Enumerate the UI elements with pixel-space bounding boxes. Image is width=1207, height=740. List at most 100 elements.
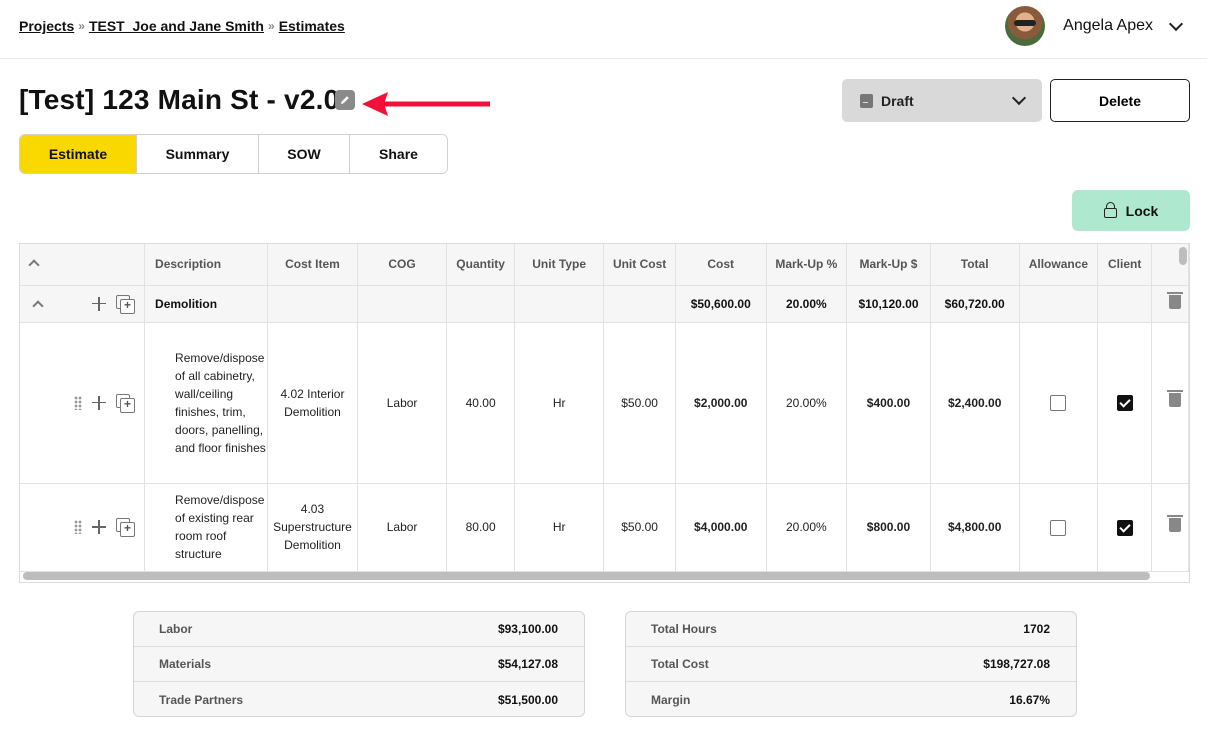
vertical-scrollbar[interactable] xyxy=(1179,247,1187,265)
group-row-demolition: Demolition $50,600.00 20.00% $10,120.00 … xyxy=(20,285,1189,323)
row-markup-amt: $800.00 xyxy=(846,483,931,572)
page-title: [Test] 123 Main St - v2.0 xyxy=(19,84,340,115)
add-item-icon[interactable] xyxy=(92,296,107,311)
row-description-text: Remove/dispose of existing rear room roo… xyxy=(175,493,265,561)
group-markup-pct: 20.00% xyxy=(766,285,848,323)
document-icon xyxy=(860,93,873,108)
user-name[interactable]: Angela Apex xyxy=(1063,17,1153,35)
tab-estimate[interactable]: Estimate xyxy=(20,135,137,173)
row-markup-pct[interactable]: 20.00% xyxy=(766,483,848,572)
horizontal-scrollbar[interactable] xyxy=(23,572,1150,580)
row-cost-item[interactable]: 4.03 Superstructure Demolition xyxy=(267,483,358,572)
summary-label: Total Cost xyxy=(651,657,709,671)
summary-row-materials: Materials $54,127.08 xyxy=(134,647,584,682)
column-header: Cost Item xyxy=(267,244,358,286)
top-bar: Projects » TEST_Joe and Jane Smith » Est… xyxy=(0,0,1207,59)
tab-summary[interactable]: Summary xyxy=(137,135,259,173)
row-controls xyxy=(20,322,146,484)
chevron-up-icon[interactable] xyxy=(32,299,44,312)
summary-label: Trade Partners xyxy=(159,692,244,707)
row-controls xyxy=(20,483,146,572)
group-markup-amt: $10,120.00 xyxy=(846,285,931,323)
row-cost-item[interactable]: 4.02 Interior Demolition xyxy=(267,322,358,484)
column-header: Mark-Up $ xyxy=(846,244,931,286)
edit-icon[interactable] xyxy=(335,90,355,110)
row-total: $2,400.00 xyxy=(930,322,1020,484)
drag-handle-icon[interactable] xyxy=(74,395,83,410)
summary-value: $198,727.08 xyxy=(983,657,1050,671)
breadcrumb-project[interactable]: TEST_Joe and Jane Smith xyxy=(89,18,264,34)
row-quantity[interactable]: 40.00 xyxy=(446,322,516,484)
row-markup-amt: $400.00 xyxy=(846,322,931,484)
trash-icon[interactable] xyxy=(1167,390,1184,407)
totals-card: Total Hours 1702 Total Cost $198,727.08 … xyxy=(625,611,1077,717)
estimate-table: Description Cost Item COG Quantity Unit … xyxy=(19,243,1190,583)
trash-cell xyxy=(1151,285,1189,323)
client-checkbox[interactable] xyxy=(1116,395,1133,412)
group-controls xyxy=(20,285,146,323)
row-client xyxy=(1097,483,1153,572)
duplicate-icon[interactable] xyxy=(116,518,136,537)
allowance-checkbox[interactable] xyxy=(1050,395,1067,412)
column-header: COG xyxy=(357,244,448,286)
trash-icon[interactable] xyxy=(1167,292,1184,309)
add-item-icon[interactable] xyxy=(92,395,107,410)
breadcrumb: Projects » TEST_Joe and Jane Smith » Est… xyxy=(19,18,345,34)
duplicate-icon[interactable] xyxy=(116,294,136,314)
breadcrumb-separator: » xyxy=(78,19,85,33)
drag-handle-icon[interactable] xyxy=(74,520,83,534)
row-unit-type[interactable]: Hr xyxy=(514,483,605,572)
table-row: Remove/dispose of existing rear room roo… xyxy=(20,483,1189,572)
status-dropdown[interactable]: Draft xyxy=(842,79,1042,122)
avatar[interactable] xyxy=(1005,6,1046,46)
chevron-down-icon xyxy=(1011,90,1027,106)
row-cog[interactable]: Labor xyxy=(357,483,448,572)
breadcrumb-separator: » xyxy=(268,19,275,33)
summary-row-total-hours: Total Hours 1702 xyxy=(626,612,1076,647)
annotation-arrow-icon xyxy=(362,92,490,116)
chevron-down-icon[interactable] xyxy=(1168,16,1184,31)
client-checkbox[interactable] xyxy=(1116,519,1133,536)
lock-label: Lock xyxy=(1125,202,1159,219)
allowance-checkbox[interactable] xyxy=(1050,519,1067,536)
duplicate-icon[interactable] xyxy=(116,393,136,413)
trash-cell xyxy=(1151,483,1189,572)
column-header: Unit Cost xyxy=(603,244,676,286)
collapse-all-cell[interactable] xyxy=(20,244,146,286)
table-row: Remove/dispose of all cabinetry, wall/ce… xyxy=(20,322,1189,484)
column-header: Allowance xyxy=(1019,244,1099,286)
chevron-up-icon[interactable] xyxy=(28,259,40,271)
row-description[interactable]: Remove/dispose of existing rear room roo… xyxy=(144,483,269,572)
row-description[interactable]: Remove/dispose of all cabinetry, wall/ce… xyxy=(144,322,269,484)
tab-share[interactable]: Share xyxy=(350,135,447,173)
breadcrumb-projects[interactable]: Projects xyxy=(19,18,74,34)
summary-row-trade-partners: Trade Partners $51,500.00 xyxy=(134,682,584,716)
summary-label: Margin xyxy=(651,692,691,707)
group-name[interactable]: Demolition xyxy=(144,285,269,323)
row-cost: $2,000.00 xyxy=(675,322,767,484)
summary-value: $51,500.00 xyxy=(497,692,558,707)
lock-button[interactable]: Lock xyxy=(1072,190,1190,231)
lock-icon xyxy=(1103,201,1117,218)
column-header: Mark-Up % xyxy=(766,244,848,286)
row-quantity[interactable]: 80.00 xyxy=(446,483,516,572)
column-header: Cost xyxy=(675,244,767,286)
row-unit-cost[interactable]: $50.00 xyxy=(603,483,676,572)
tab-sow[interactable]: SOW xyxy=(259,135,350,173)
breadcrumb-estimates[interactable]: Estimates xyxy=(279,18,345,34)
group-total: $60,720.00 xyxy=(930,285,1020,323)
row-allowance xyxy=(1019,322,1099,484)
trash-icon[interactable] xyxy=(1167,514,1184,532)
column-header: Description xyxy=(144,244,269,286)
delete-button[interactable]: Delete xyxy=(1050,79,1190,122)
row-unit-type[interactable]: Hr xyxy=(514,322,605,484)
column-header: Total xyxy=(930,244,1020,286)
table-header-row: Description Cost Item COG Quantity Unit … xyxy=(20,244,1189,286)
row-unit-cost[interactable]: $50.00 xyxy=(603,322,676,484)
summary-row-labor: Labor $93,100.00 xyxy=(134,612,584,647)
row-cog[interactable]: Labor xyxy=(357,322,448,484)
row-markup-pct[interactable]: 20.00% xyxy=(766,322,848,484)
user-menu[interactable]: Angela Apex xyxy=(1005,6,1184,46)
add-item-icon[interactable] xyxy=(92,520,107,534)
summary-row-total-cost: Total Cost $198,727.08 xyxy=(626,647,1076,682)
